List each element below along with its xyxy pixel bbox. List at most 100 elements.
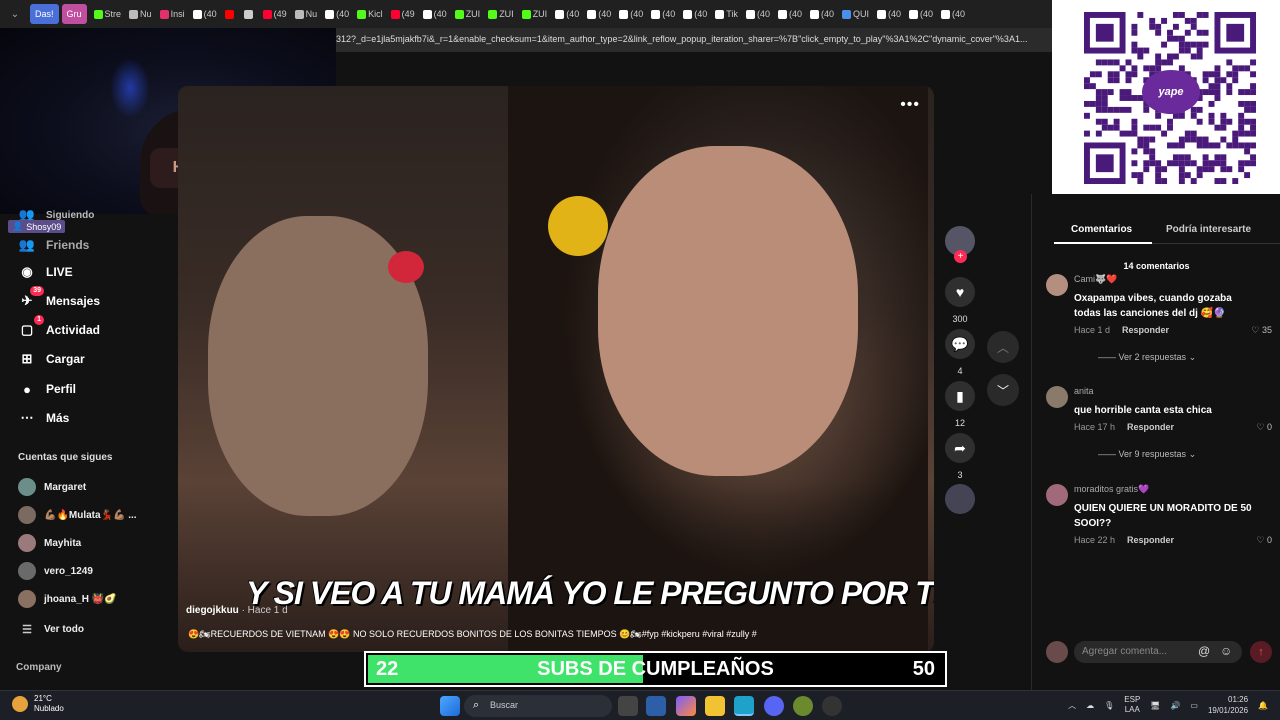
music-disc-icon[interactable] — [945, 484, 975, 514]
browser-tab[interactable]: Tik — [711, 4, 742, 24]
author-name[interactable]: diegojkkuu — [186, 605, 239, 616]
browser-tab[interactable]: (40 — [419, 4, 451, 24]
address-bar[interactable]: 312?_d=e1jla5mjakfb7i&_r=1&enable_checks… — [336, 28, 1052, 52]
comment-username[interactable]: anita — [1074, 386, 1094, 396]
language-indicator[interactable]: ESP LAA — [1124, 695, 1140, 715]
like-action[interactable]: ♥ 300 — [945, 277, 975, 324]
tab-list-button[interactable]: ⌄ — [4, 4, 26, 24]
following-account[interactable]: jhoana_H 👹🥑 — [18, 590, 117, 608]
browser-tab[interactable] — [240, 4, 259, 24]
following-account[interactable]: Mayhita — [18, 534, 81, 552]
comment-username[interactable]: Cami🐺❤️ — [1074, 274, 1117, 285]
chevron-up-icon[interactable]: ︿ — [1068, 700, 1076, 711]
app-icon[interactable] — [793, 696, 813, 716]
browser-tab[interactable]: (40 — [806, 4, 838, 24]
nav-item-more[interactable]: ⋯ Más — [18, 409, 70, 427]
browser-tab[interactable]: (40 — [189, 4, 221, 24]
volume-icon[interactable]: 🔊 — [1170, 701, 1180, 710]
browser-tab[interactable]: QUI — [838, 4, 873, 24]
browser-tab[interactable]: ZUI — [518, 4, 552, 24]
comment-avatar[interactable] — [1046, 274, 1068, 296]
browser-tab[interactable]: ZUI — [484, 4, 518, 24]
following-account[interactable]: 💪🏽🔥Mulata💃🏽💪🏽 ... — [18, 506, 137, 524]
start-button[interactable] — [440, 696, 460, 716]
share-icon[interactable]: ➦ — [945, 433, 975, 463]
bookmark-icon[interactable]: ▮ — [945, 381, 975, 411]
music-disc-button[interactable] — [945, 484, 975, 514]
task-view-icon[interactable] — [618, 696, 638, 716]
file-explorer-icon[interactable] — [705, 696, 725, 716]
view-replies-button[interactable]: —— Ver 9 respuestas ⌄ — [1098, 449, 1196, 460]
comment-action[interactable]: 💬 4 — [945, 329, 975, 376]
share-action[interactable]: ➦ 3 — [945, 433, 975, 480]
follow-plus-icon[interactable]: + — [954, 250, 967, 263]
browser-tab[interactable]: (40 — [551, 4, 583, 24]
network-icon[interactable]: 🖥 — [1150, 701, 1160, 710]
nav-item-live[interactable]: ◉ LIVE — [18, 263, 72, 281]
browser-tab[interactable]: (40 — [615, 4, 647, 24]
see-all-link[interactable]: ☰ Ver todo — [18, 620, 84, 638]
copilot-icon[interactable] — [676, 696, 696, 716]
obs-icon[interactable] — [822, 696, 842, 716]
discord-icon[interactable] — [764, 696, 784, 716]
heart-icon[interactable]: ♥ — [945, 277, 975, 307]
following-account[interactable]: Margaret — [18, 478, 86, 496]
browser-tab[interactable]: Insi — [156, 4, 189, 24]
weather-widget[interactable]: 21°C Nublado — [12, 694, 64, 714]
video-author[interactable]: diegojkkuu · Hace 1 d — [186, 605, 288, 616]
send-button[interactable]: ↑ — [1250, 641, 1272, 663]
browser-tab[interactable]: (40 — [905, 4, 937, 24]
browser-tab[interactable]: (40 — [873, 4, 905, 24]
comment-like[interactable]: ♡ 0 — [1256, 422, 1272, 433]
view-replies-button[interactable]: —— Ver 2 respuestas ⌄ — [1098, 352, 1196, 363]
browser-tab[interactable]: (40 — [583, 4, 615, 24]
browser-tab[interactable]: Kicl — [353, 4, 387, 24]
reply-button[interactable]: Responder — [1122, 325, 1169, 335]
nav-item-activity[interactable]: ▢ 1 Actividad — [18, 315, 100, 339]
clock[interactable]: 01:26 19/01/2026 — [1208, 694, 1248, 716]
browser-tab[interactable]: Nu — [291, 4, 322, 24]
browser-tab[interactable]: (40 — [774, 4, 806, 24]
nav-item-upload[interactable]: ⊞ Cargar — [18, 350, 85, 368]
comment-avatar[interactable] — [1046, 386, 1068, 408]
browser-tab[interactable] — [221, 4, 240, 24]
browser-tab[interactable]: Nu — [125, 4, 156, 24]
browser-tab[interactable]: ZUI — [451, 4, 485, 24]
next-video-button[interactable]: ﹀ — [987, 374, 1019, 406]
save-action[interactable]: ▮ 12 — [945, 381, 975, 428]
more-options-icon[interactable]: ••• — [900, 96, 920, 114]
mic-icon[interactable]: 🎙 — [1104, 701, 1114, 710]
footer-company-link[interactable]: Company — [16, 662, 62, 673]
mention-icon[interactable]: @ — [1198, 644, 1210, 658]
browser-tab[interactable]: (40 — [742, 4, 774, 24]
cloud-icon[interactable]: ☁ — [1086, 701, 1094, 710]
browser-tab[interactable]: Stre — [90, 4, 126, 24]
comment-icon[interactable]: 💬 — [945, 329, 975, 359]
nav-item-friends[interactable]: 👥 Friends — [18, 236, 89, 254]
browser-tab[interactable]: (49 — [387, 4, 419, 24]
browser-tab[interactable]: Gru — [61, 4, 87, 24]
browser-tab[interactable]: (40 — [321, 4, 353, 24]
store-icon[interactable] — [646, 696, 666, 716]
browser-tab[interactable]: (40 — [679, 4, 711, 24]
creator-avatar-button[interactable]: + — [945, 226, 975, 263]
reply-button[interactable]: Responder — [1127, 535, 1174, 545]
comment-username[interactable]: moraditos gratis💜 — [1074, 484, 1149, 495]
comment-like[interactable]: ♡ 35 — [1251, 325, 1272, 336]
tab-suggestions[interactable]: Podría interesarte — [1166, 224, 1251, 235]
notification-bell-icon[interactable]: 🔔 — [1258, 701, 1268, 710]
browser-tab[interactable]: Das! — [30, 4, 59, 24]
browser-tab[interactable]: (40 — [647, 4, 679, 24]
comment-avatar[interactable] — [1046, 484, 1068, 506]
previous-video-button[interactable]: ︿ — [987, 331, 1019, 363]
comment-like[interactable]: ♡ 0 — [1256, 535, 1272, 546]
browser-tab[interactable]: (40 — [937, 4, 969, 24]
following-account[interactable]: vero_1249 — [18, 562, 93, 580]
nav-item-profile[interactable]: ● Perfil — [18, 380, 76, 398]
emoji-icon[interactable]: ☺ — [1220, 644, 1232, 658]
browser-tab[interactable]: (49 — [259, 4, 291, 24]
video-player[interactable]: ••• Y SI VEO A TU MAMÁ YO LE PREGUNTO PO… — [178, 86, 934, 652]
edge-icon[interactable] — [734, 696, 754, 716]
tab-comments[interactable]: Comentarios — [1071, 224, 1132, 235]
comment-input[interactable]: Agregar comenta... — [1074, 641, 1242, 663]
